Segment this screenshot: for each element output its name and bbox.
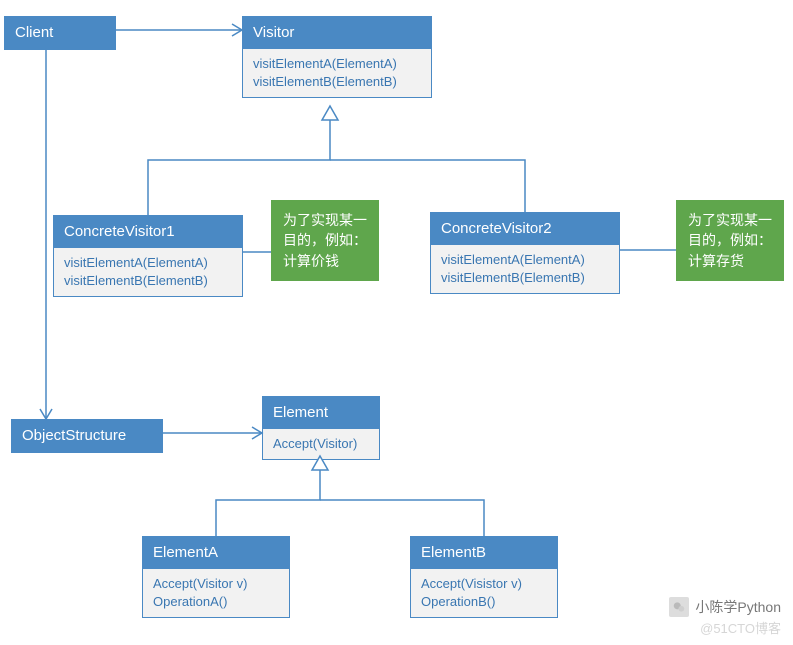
watermark: 小陈学Python — [669, 597, 781, 617]
element-title: Element — [263, 397, 379, 429]
element-b-accept: Accept(Visistor v) — [421, 575, 547, 593]
cv1-method-b: visitElementB(ElementB) — [64, 272, 232, 290]
concrete-visitor-2-body: visitElementA(ElementA) visitElementB(El… — [431, 245, 619, 293]
element-a-body: Accept(Visitor v) OperationA() — [143, 569, 289, 617]
element-method: Accept(Visitor) — [273, 435, 369, 453]
element-b-op: OperationB() — [421, 593, 547, 611]
note-cv1-text: 为了实现某一目的，例如：计算价钱 — [283, 212, 367, 269]
note-cv1: 为了实现某一目的，例如：计算价钱 — [271, 200, 379, 281]
wechat-icon — [669, 597, 689, 617]
visitor-body: visitElementA(ElementA) visitElementB(El… — [243, 49, 431, 97]
client-box: Client — [4, 16, 116, 50]
concrete-visitor-2-title: ConcreteVisitor2 — [431, 213, 619, 245]
concrete-visitor-1-title: ConcreteVisitor1 — [54, 216, 242, 248]
element-body: Accept(Visitor) — [263, 429, 379, 459]
cv2-method-a: visitElementA(ElementA) — [441, 251, 609, 269]
cto-watermark: @51CTO博客 — [700, 618, 781, 637]
element-a-title: ElementA — [143, 537, 289, 569]
concrete-visitor-1-box: ConcreteVisitor1 visitElementA(ElementA)… — [53, 215, 243, 297]
element-b-title: ElementB — [411, 537, 557, 569]
element-box: Element Accept(Visitor) — [262, 396, 380, 460]
concrete-visitor-2-box: ConcreteVisitor2 visitElementA(ElementA)… — [430, 212, 620, 294]
element-a-op: OperationA() — [153, 593, 279, 611]
element-a-accept: Accept(Visitor v) — [153, 575, 279, 593]
cv1-method-a: visitElementA(ElementA) — [64, 254, 232, 272]
visitor-method-a: visitElementA(ElementA) — [253, 55, 421, 73]
visitor-box: Visitor visitElementA(ElementA) visitEle… — [242, 16, 432, 98]
note-cv2-text: 为了实现某一目的，例如：计算存货 — [688, 212, 772, 269]
visitor-title: Visitor — [243, 17, 431, 49]
cv2-method-b: visitElementB(ElementB) — [441, 269, 609, 287]
visitor-method-b: visitElementB(ElementB) — [253, 73, 421, 91]
element-b-body: Accept(Visistor v) OperationB() — [411, 569, 557, 617]
concrete-visitor-1-body: visitElementA(ElementA) visitElementB(El… — [54, 248, 242, 296]
watermark-text: 小陈学Python — [695, 597, 781, 617]
client-title: Client — [5, 17, 115, 49]
element-b-box: ElementB Accept(Visistor v) OperationB() — [410, 536, 558, 618]
object-structure-box: ObjectStructure — [11, 419, 163, 453]
element-a-box: ElementA Accept(Visitor v) OperationA() — [142, 536, 290, 618]
object-structure-title: ObjectStructure — [12, 420, 162, 452]
note-cv2: 为了实现某一目的，例如：计算存货 — [676, 200, 784, 281]
